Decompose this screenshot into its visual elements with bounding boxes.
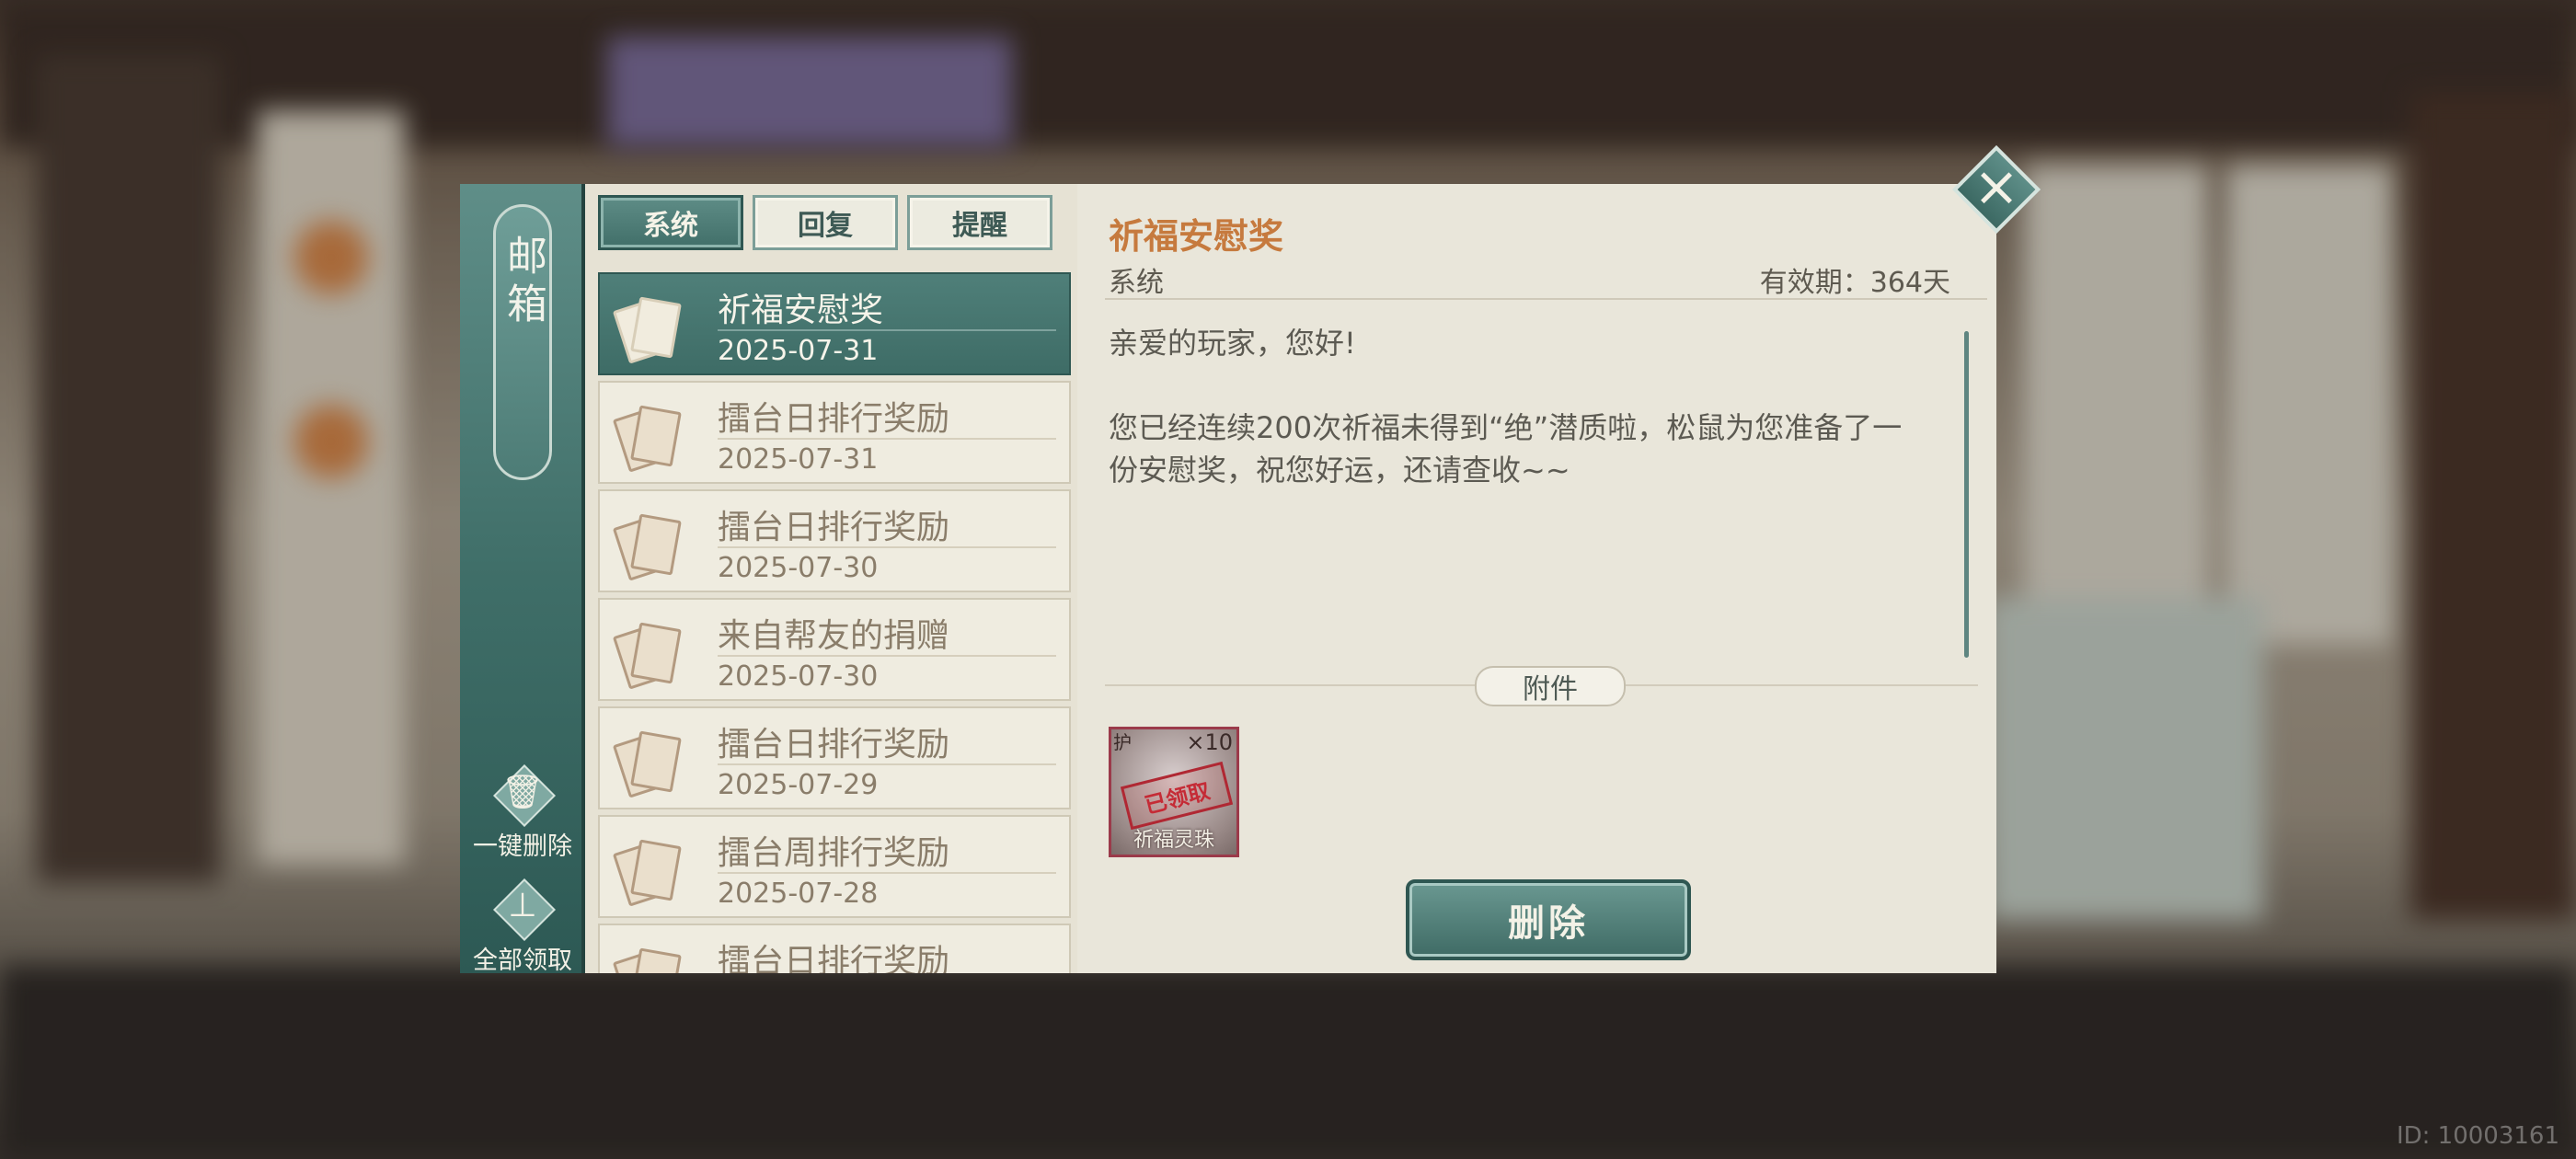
mail-item[interactable]: 擂台日排行奖励 2025-07-30 (598, 489, 1071, 592)
mail-item[interactable]: 擂台日排行奖励 2025-07-31 (598, 381, 1071, 484)
delete-button[interactable]: 删除 (1406, 879, 1691, 960)
mail-envelope-icon (618, 407, 675, 464)
mail-title: 祈福安慰奖 (1109, 215, 1284, 257)
mail-subject: 祈福安慰奖 (718, 292, 884, 329)
mail-divider (718, 329, 1056, 331)
mail-envelope-icon (618, 732, 675, 789)
mailbox-dialog: 邮箱 🗑 一键删除 ⊥ 全部领取 系统 回复 提醒 祈福安慰奖 2025-07-… (460, 144, 2041, 976)
header-divider (1105, 298, 1987, 300)
mail-divider (718, 872, 1056, 874)
mail-envelope-icon (618, 298, 675, 355)
delete-all-button[interactable]: 🗑 一键删除 (460, 765, 585, 862)
tab-reminder[interactable]: 提醒 (907, 195, 1052, 250)
tab-system[interactable]: 系统 (598, 195, 743, 250)
mail-item[interactable]: 擂台日排行奖励 2025-07-29 (598, 706, 1071, 809)
mail-divider (718, 546, 1056, 548)
mail-list-panel: 系统 回复 提醒 祈福安慰奖 2025-07-31 擂台日排行奖励 2025-0… (585, 184, 1077, 973)
delete-all-label: 一键删除 (473, 832, 572, 861)
item-quantity: ×10 (1186, 729, 1233, 755)
item-corner-mark: 护 (1113, 731, 1132, 753)
close-button[interactable]: × (1949, 142, 2044, 237)
mail-subject: 擂台日排行奖励 (718, 400, 950, 438)
mailbox-title: 邮箱 (500, 235, 546, 330)
mail-date: 2025-07-29 (718, 769, 879, 801)
mail-date: 2025-07-31 (718, 335, 879, 367)
mail-date: 2025-07-28 (718, 878, 879, 910)
mail-item[interactable]: 祈福安慰奖 2025-07-31 (598, 272, 1071, 375)
mail-item[interactable]: 擂台日排行奖励 (598, 924, 1071, 973)
mail-divider (718, 655, 1056, 657)
attachment-item-slot[interactable]: 护 ×10 已领取 祈福灵珠 (1109, 727, 1239, 857)
mail-subject: 擂台周排行奖励 (718, 834, 950, 872)
mailbox-title-plaque: 邮箱 (493, 204, 552, 480)
mail-body: 亲爱的玩家，您好! 您已经连续200次祈福未得到“绝”潜质啦，松鼠为您准备了一份… (1109, 322, 1918, 534)
mail-envelope-icon (618, 515, 675, 572)
claim-all-label: 全部领取 (473, 947, 572, 975)
mail-envelope-icon (618, 624, 675, 681)
mail-body-scrollbar[interactable] (1964, 331, 1969, 658)
mail-divider (718, 763, 1056, 765)
mail-message: 您已经连续200次祈福未得到“绝”潜质啦，松鼠为您准备了一份安慰奖，祝您好运，还… (1109, 410, 1903, 488)
mail-date: 2025-07-30 (718, 660, 879, 693)
mail-date: 2025-07-31 (718, 443, 879, 476)
mail-subject: 擂台日排行奖励 (718, 509, 950, 546)
mail-sender: 系统 (1109, 267, 1164, 299)
mail-divider (718, 438, 1056, 440)
trash-icon: 🗑 (494, 765, 551, 822)
mailbox-sidebar: 邮箱 🗑 一键删除 ⊥ 全部领取 (460, 184, 585, 976)
mail-item[interactable]: 来自帮友的捐赠 2025-07-30 (598, 598, 1071, 701)
mail-date: 2025-07-30 (718, 552, 879, 584)
claim-icon: ⊥ (494, 879, 551, 936)
mail-list: 祈福安慰奖 2025-07-31 擂台日排行奖励 2025-07-31 擂台日排… (598, 272, 1071, 973)
mail-validity: 有效期：364天 (1759, 267, 1950, 299)
mail-subject: 擂台日排行奖励 (718, 943, 950, 973)
player-id: ID: 10003161 (2396, 1122, 2559, 1150)
mail-subject: 擂台日排行奖励 (718, 726, 950, 763)
mail-tabs: 系统 回复 提醒 (598, 195, 1052, 250)
mail-envelope-icon (618, 841, 675, 898)
mail-envelope-icon (618, 949, 675, 973)
tab-reply[interactable]: 回复 (753, 195, 898, 250)
item-name: 祈福灵珠 (1133, 829, 1214, 852)
attachment-label: 附件 (1475, 666, 1626, 706)
claim-all-button[interactable]: ⊥ 全部领取 (460, 879, 585, 976)
close-icon: × (1972, 155, 2020, 219)
claimed-stamp: 已领取 (1120, 761, 1234, 831)
mail-content-panel: 祈福安慰奖 系统 有效期：364天 亲爱的玩家，您好! 您已经连续200次祈福未… (1077, 184, 1996, 973)
mail-subject: 来自帮友的捐赠 (718, 617, 950, 655)
mail-item[interactable]: 擂台周排行奖励 2025-07-28 (598, 815, 1071, 918)
mail-greeting: 亲爱的玩家，您好! (1109, 326, 1356, 361)
